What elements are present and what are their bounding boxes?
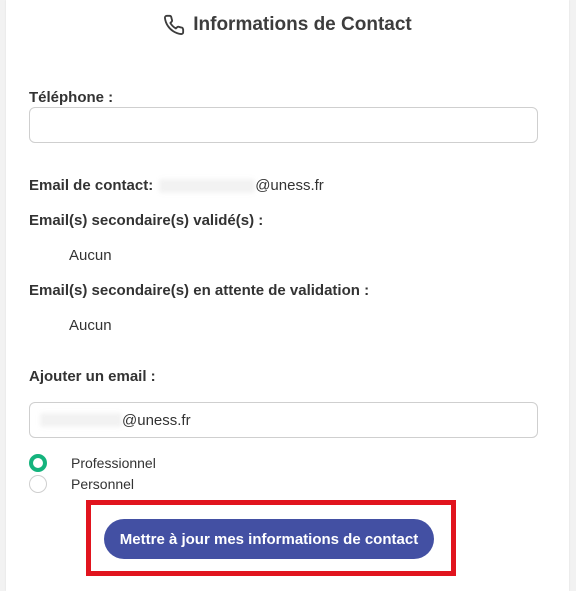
contact-email-row: Email de contact: @uness.fr [29,177,324,194]
contact-email-label: Email de contact: [29,177,154,194]
radio-personal[interactable] [29,475,47,493]
redacted-email-prefix [159,179,256,194]
contact-email-value: @uness.fr [255,177,324,194]
phone-label: Téléphone : [29,89,114,106]
update-contact-button[interactable]: Mettre à jour mes informations de contac… [104,519,434,559]
radio-personal-label: Personnel [71,476,135,492]
page-title: Informations de Contact [193,14,412,35]
radio-professional[interactable] [29,454,47,472]
secondary-pending-label: Email(s) secondaire(s) en attente de val… [29,282,370,299]
radio-professional-label: Professionnel [71,455,156,471]
card-header: Informations de Contact [6,0,569,50]
add-email-label: Ajouter un email : [29,368,156,385]
add-email-input[interactable]: @uness.fr [29,402,538,438]
redacted-email-prefix [40,413,122,427]
phone-input[interactable] [29,107,538,143]
secondary-pending-value: Aucun [69,317,112,334]
email-type-personal[interactable]: Personnel [29,475,134,493]
email-type-professional[interactable]: Professionnel [29,454,156,472]
secondary-validated-label: Email(s) secondaire(s) validé(s) : [29,212,264,229]
phone-icon [163,14,185,36]
secondary-validated-value: Aucun [69,247,112,264]
add-email-value: @uness.fr [122,411,191,429]
